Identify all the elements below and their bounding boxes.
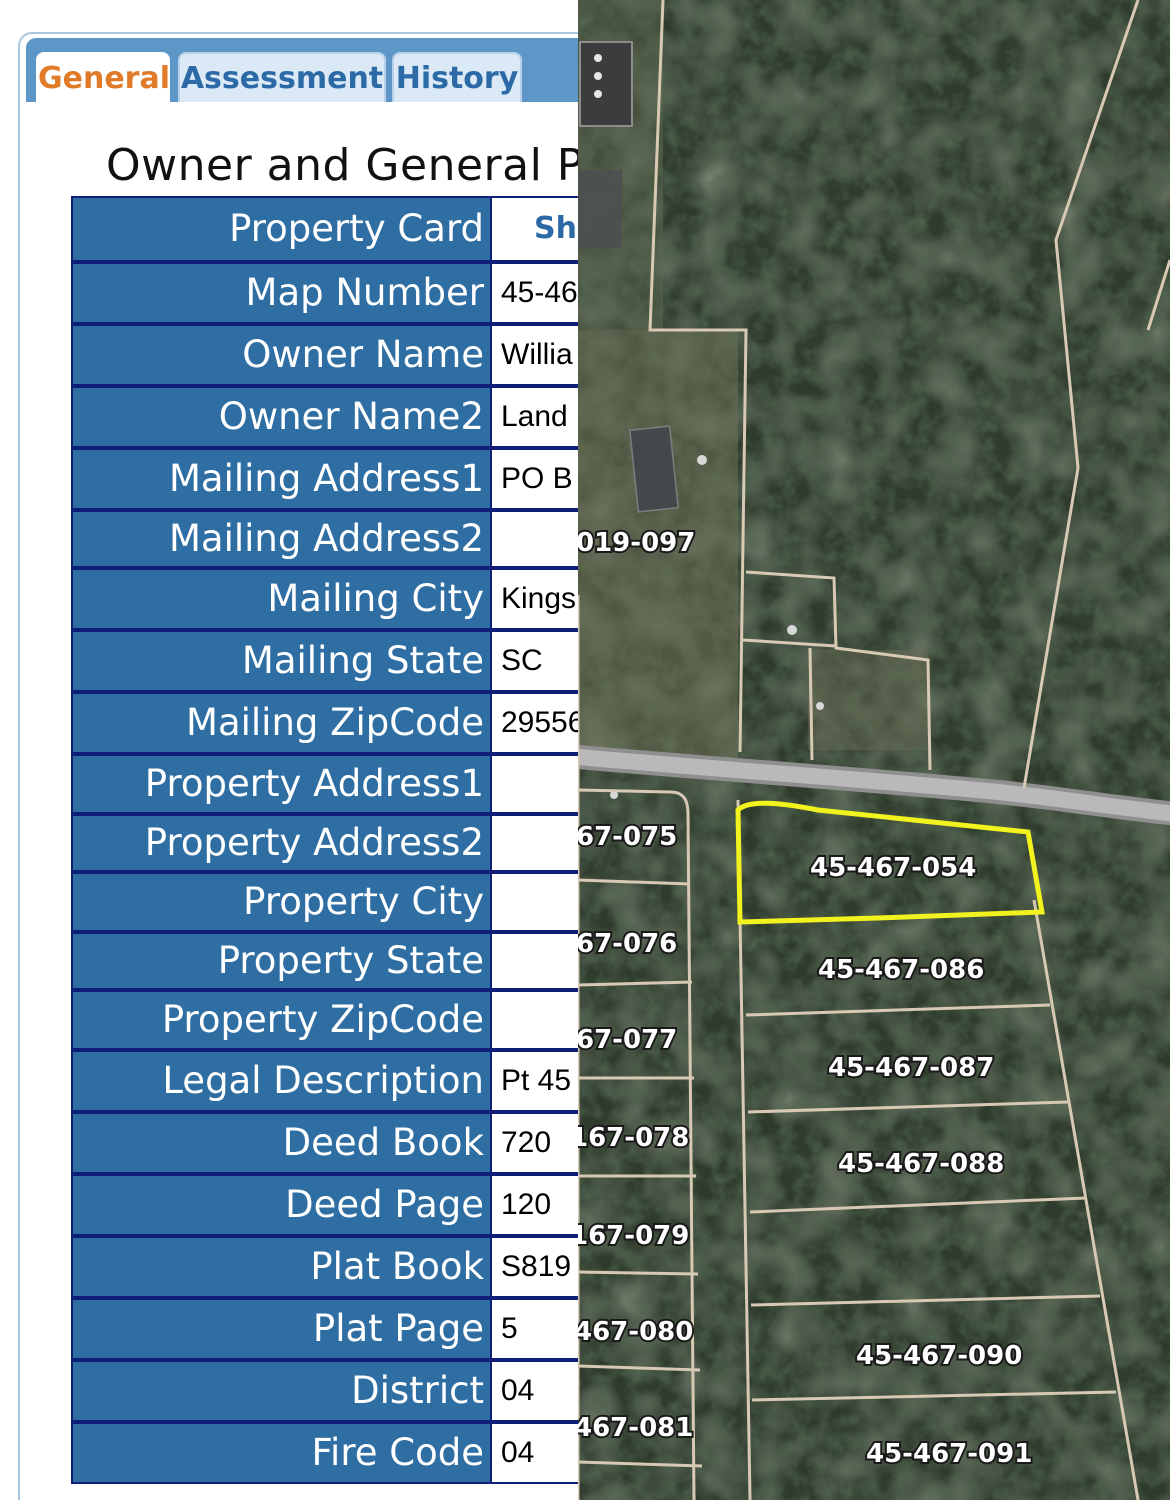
field-label: Mailing State	[71, 630, 492, 692]
field-label: Legal Description	[71, 1050, 492, 1112]
field-value: Willia	[492, 324, 578, 386]
table-row: Mailing Address1 PO B	[71, 448, 578, 510]
table-row: Mailing Address2	[71, 510, 578, 568]
table-row: Owner Name2 Land	[71, 386, 578, 448]
field-value: 04	[492, 1360, 578, 1422]
clearing-small-lot	[808, 650, 928, 750]
building-north	[579, 41, 633, 127]
tab-general[interactable]: General	[36, 52, 170, 102]
field-label: Property Address2	[71, 814, 492, 872]
field-label: Property Address1	[71, 754, 492, 814]
parcel-label: 467-081	[578, 1413, 693, 1443]
table-row: Deed Book 720	[71, 1112, 578, 1174]
table-row: Plat Page 5	[71, 1298, 578, 1360]
table-row: Property City	[71, 872, 578, 932]
field-value: 45-46	[492, 262, 578, 324]
field-label: Mailing Address1	[71, 448, 492, 510]
field-value	[492, 872, 578, 932]
building-shed	[578, 170, 622, 248]
yard-object	[816, 702, 824, 710]
field-label: Owner Name	[71, 324, 492, 386]
table-row: Mailing State SC	[71, 630, 578, 692]
field-label: Deed Page	[71, 1174, 492, 1236]
table-row: Property ZipCode	[71, 990, 578, 1050]
field-label: Property City	[71, 872, 492, 932]
field-label: Owner Name2	[71, 386, 492, 448]
field-value	[492, 814, 578, 872]
field-value	[492, 754, 578, 814]
parcel-label: 67-075	[578, 822, 677, 852]
table-row: District 04	[71, 1360, 578, 1422]
field-value: 120	[492, 1174, 578, 1236]
tab-history[interactable]: History	[392, 52, 522, 102]
parcel-label: 167-078	[578, 1123, 689, 1153]
parcel-label-selected: 45-467-054	[810, 853, 976, 883]
table-row: Mailing City Kings	[71, 568, 578, 630]
parcel-label: 45-467-087	[828, 1053, 994, 1083]
field-value: Kings	[492, 568, 578, 630]
table-row: Property State	[71, 932, 578, 990]
field-value	[492, 990, 578, 1050]
parcel-label: 45-467-090	[856, 1341, 1022, 1371]
field-label: Property Card	[71, 196, 492, 262]
building-light	[594, 90, 602, 98]
building-light	[594, 54, 602, 62]
tab-assessment[interactable]: Assessment	[178, 52, 386, 102]
field-label: Fire Code	[71, 1422, 492, 1484]
field-value: 04	[492, 1422, 578, 1484]
parcel-label: 45-467-091	[866, 1439, 1032, 1469]
section-title: Owner and General Pa	[106, 140, 578, 191]
table-row: Property Address1	[71, 754, 578, 814]
field-label: Property ZipCode	[71, 990, 492, 1050]
field-label: Mailing City	[71, 568, 492, 630]
table-row: Property Address2	[71, 814, 578, 872]
table-row: Legal Description Pt 45	[71, 1050, 578, 1112]
field-value: Land	[492, 386, 578, 448]
field-value: S819	[492, 1236, 578, 1298]
field-value: 29556	[492, 692, 578, 754]
field-label: Map Number	[71, 262, 492, 324]
field-label: Property State	[71, 932, 492, 990]
parcel-label: 67-076	[578, 929, 677, 959]
yard-object	[787, 625, 797, 635]
house-roof	[628, 425, 680, 513]
field-value: Pt 45	[492, 1050, 578, 1112]
field-value: PO B	[492, 448, 578, 510]
yard-object	[697, 455, 707, 465]
field-label: Plat Book	[71, 1236, 492, 1298]
building-light	[594, 72, 602, 80]
table-row: Map Number 45-46	[71, 262, 578, 324]
parcel-label: 467-080	[578, 1317, 693, 1347]
owner-general-table: Property Card Sh Map Number 45-46 Owner Name…	[71, 196, 578, 1484]
parcel-label: 67-077	[578, 1025, 677, 1055]
field-value	[492, 510, 578, 568]
field-label: Mailing ZipCode	[71, 692, 492, 754]
show-property-card-link[interactable]: Sh	[492, 196, 578, 262]
parcel-label: 45-467-088	[838, 1149, 1004, 1179]
field-label: Deed Book	[71, 1112, 492, 1174]
table-row: Fire Code 04	[71, 1422, 578, 1484]
field-label: Plat Page	[71, 1298, 492, 1360]
table-row: Mailing ZipCode 29556	[71, 692, 578, 754]
table-row: Deed Page 120	[71, 1174, 578, 1236]
field-value: 720	[492, 1112, 578, 1174]
field-label: District	[71, 1360, 492, 1422]
table-row: Owner Name Willia	[71, 324, 578, 386]
property-record-panel: General Assessment History Owner and Gen…	[0, 0, 578, 1500]
field-value: SC	[492, 630, 578, 692]
field-value	[492, 932, 578, 990]
aerial-parcel-map[interactable]: 019-097 67-075 45-467-054 67-076 45-467-…	[578, 0, 1170, 1500]
map-canvas: 019-097 67-075 45-467-054 67-076 45-467-…	[578, 0, 1170, 1500]
parcel-label: 019-097	[578, 528, 695, 558]
field-label: Mailing Address2	[71, 510, 492, 568]
table-row: Plat Book S819	[71, 1236, 578, 1298]
table-row: Property Card Sh	[71, 196, 578, 262]
field-value: 5	[492, 1298, 578, 1360]
parcel-label: 45-467-086	[818, 955, 984, 985]
parcel-label: 167-079	[578, 1221, 689, 1251]
